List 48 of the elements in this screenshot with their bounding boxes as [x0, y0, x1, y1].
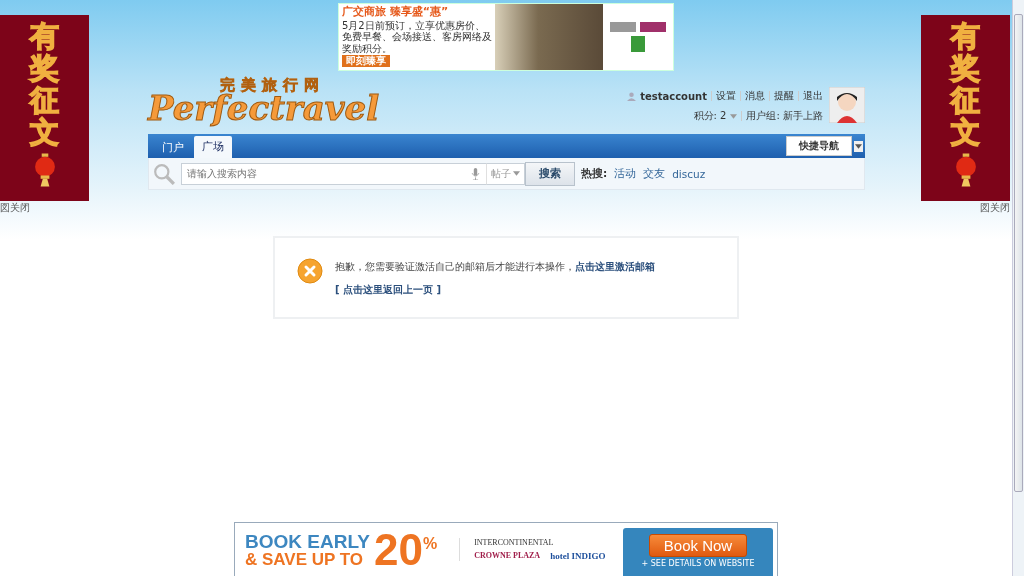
points-dropdown[interactable]: 积分: 2	[693, 109, 727, 123]
quick-nav-button[interactable]: 快捷导航	[786, 136, 852, 156]
user-menu-link[interactable]: 提醒	[774, 89, 794, 103]
ad-subline: & SAVE UP TO	[245, 550, 365, 568]
activate-email-link[interactable]: 点击这里激活邮箱	[575, 261, 655, 272]
user-menu-link[interactable]: 消息	[745, 89, 765, 103]
back-link[interactable]: [ 点击这里返回上一页 ]	[335, 283, 655, 297]
nav-tab[interactable]: 门户	[154, 138, 192, 158]
caret-icon	[855, 143, 862, 149]
scrollbar[interactable]	[1012, 0, 1024, 576]
scrollbar-thumb[interactable]	[1014, 14, 1023, 492]
username-link[interactable]: testaccount	[640, 90, 707, 102]
nav-tab[interactable]: 广场	[194, 136, 232, 158]
couplet-banner[interactable]: 有奖征文	[0, 15, 89, 201]
couplet-text: 有奖征文	[30, 21, 59, 149]
couplet-text: 有奖征文	[951, 21, 980, 149]
error-icon	[297, 258, 323, 284]
search-field[interactable]: 请输入搜索内容	[181, 162, 471, 185]
avatar-icon[interactable]	[829, 87, 865, 123]
hotel-brand-logo: CROWNE PLAZA	[474, 551, 541, 561]
hotel-brand-logo: hotel INDIGO	[550, 551, 606, 561]
user-menu-link[interactable]: 设置	[716, 89, 736, 103]
close-link[interactable]: 図关闭	[980, 201, 1010, 215]
ad-text: 5月2日前预订，立享优惠房价、免费早餐、会场接送、客房网络及奖励积分。	[342, 19, 492, 55]
ad-percent: 20$^{%}$	[373, 527, 438, 572]
hot-search-label: 热搜:	[581, 166, 608, 181]
user-icon	[627, 91, 637, 101]
ad-headline: 广交商旅 臻享盛“惠”	[342, 6, 450, 19]
lantern-icon	[954, 152, 977, 187]
couplet-banner[interactable]: 有奖征文	[921, 15, 1010, 201]
voice-search-button[interactable]	[471, 162, 486, 185]
microphone-icon	[471, 167, 480, 180]
dropdown-toggle[interactable]	[854, 140, 863, 152]
hot-search-link[interactable]: 交友	[643, 166, 666, 181]
hot-search-link[interactable]: 活动	[614, 166, 637, 181]
search-button[interactable]: 搜索	[525, 161, 575, 186]
ad-banner[interactable]: 广交商旅 臻享盛“惠” 5月2日前预订，立享优惠房价、免费早餐、会场接送、客房网络及奖励积分。 即刻臻享	[338, 3, 674, 71]
error-message: 抱歉，您需要验证激活自己的邮箱后才能进行本操作，点击这里激活邮箱	[335, 260, 655, 274]
hot-search-link[interactable]: discuz	[672, 167, 706, 180]
ad-headline: BOOK EARLY	[245, 531, 370, 551]
user-group-link[interactable]: 用户组: 新手上路	[746, 109, 823, 123]
search-icon	[153, 162, 175, 185]
close-link[interactable]: 図关闭	[0, 201, 30, 215]
lantern-icon	[33, 152, 56, 187]
caret-icon[interactable]	[730, 113, 738, 119]
hotel-brand-logo: INTERCONTINENTAL	[474, 538, 554, 547]
ad-note: + SEE DETAILS ON WEBSITE	[641, 559, 755, 568]
user-menu-link[interactable]: 退出	[803, 89, 823, 103]
